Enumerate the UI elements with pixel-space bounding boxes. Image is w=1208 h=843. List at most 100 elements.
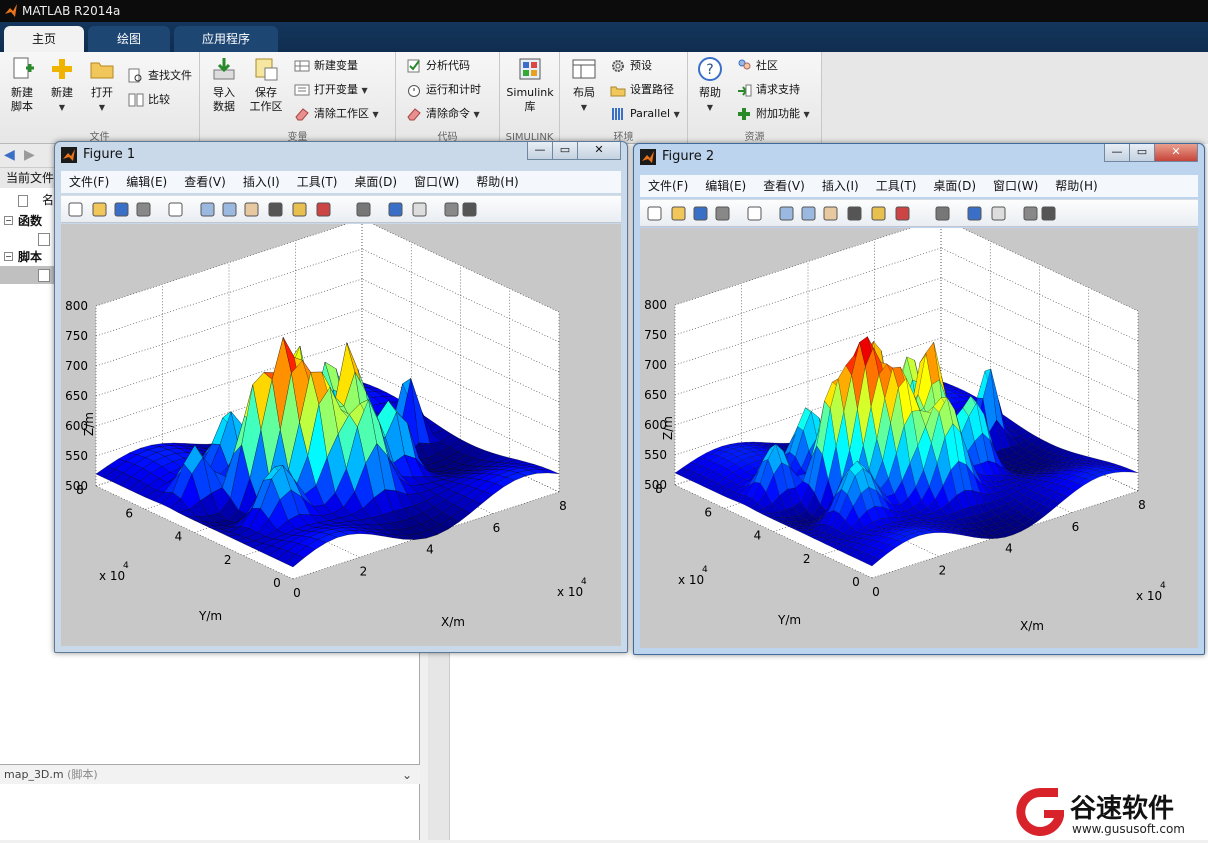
menu-tools[interactable]: 工具(T) [297, 175, 338, 189]
import-data-button[interactable]: 导入 数据 [202, 56, 246, 114]
hide-tools-icon[interactable] [443, 201, 460, 218]
collapse-icon[interactable]: − [4, 216, 13, 225]
tab-plots[interactable]: 绘图 [88, 26, 170, 52]
add-ons-button[interactable]: 附加功能 ▼ [736, 104, 810, 124]
forward-icon[interactable]: ▶ [24, 147, 35, 163]
maximize-button[interactable]: ▭ [552, 142, 578, 160]
new-script-button[interactable]: 新建 脚本 [0, 56, 44, 114]
figure-1-axes[interactable]: 8007507006506005505000246802468Z/mX/mY/m… [61, 224, 621, 646]
menu-tools[interactable]: 工具(T) [876, 179, 917, 193]
clear-workspace-button[interactable]: 清除工作区 ▼ [294, 104, 379, 124]
new-figure-icon[interactable] [646, 205, 663, 222]
zoom-in-icon[interactable] [778, 205, 795, 222]
new-variable-button[interactable]: 新建变量 [294, 56, 358, 76]
menu-edit[interactable]: 编辑(E) [705, 179, 746, 193]
help-button[interactable]: ? 帮助▼ [688, 56, 732, 115]
pan-icon[interactable] [243, 201, 260, 218]
y-exponent-label: x 10 [99, 569, 125, 583]
brush-icon[interactable] [894, 205, 911, 222]
colorbar-icon[interactable] [966, 205, 983, 222]
figure-1-window-buttons: —▭✕ [528, 142, 621, 162]
menu-desktop[interactable]: 桌面(D) [933, 179, 976, 193]
back-icon[interactable]: ◀ [4, 147, 15, 163]
menu-desktop[interactable]: 桌面(D) [354, 175, 397, 189]
rotate-3d-icon[interactable] [846, 205, 863, 222]
show-tools-icon[interactable] [1040, 205, 1057, 222]
save-icon[interactable] [692, 205, 709, 222]
tab-home[interactable]: 主页 [4, 26, 84, 52]
new-button[interactable]: 新建▼ [40, 56, 84, 115]
menu-file[interactable]: 文件(F) [69, 175, 109, 189]
find-files-button[interactable]: 查找文件 [128, 66, 192, 86]
minimize-button[interactable]: — [1104, 144, 1130, 162]
new-script-label: 新建 脚本 [11, 86, 33, 113]
menu-view[interactable]: 查看(V) [763, 179, 805, 193]
open-file-icon[interactable] [670, 205, 687, 222]
compare-button[interactable]: 比较 [128, 90, 170, 110]
menu-window[interactable]: 窗口(W) [414, 175, 459, 189]
figure-2-axes[interactable]: 8007507006506005505000246802468Z/mX/mY/m… [640, 228, 1198, 648]
figure-1-title: Figure 1 [83, 147, 135, 162]
figure-2-titlebar[interactable]: Figure 2 [640, 146, 714, 168]
figure-window-1[interactable]: Figure 1 —▭✕ 文件(F) 编辑(E) 查看(V) 插入(I) 工具(T) 桌面… [54, 141, 628, 653]
simulink-library-button[interactable]: Simulink 库 [506, 56, 554, 114]
legend-icon[interactable] [990, 205, 1007, 222]
open-file-icon[interactable] [91, 201, 108, 218]
menu-insert[interactable]: 插入(I) [243, 175, 280, 189]
menu-window[interactable]: 窗口(W) [993, 179, 1038, 193]
brush-icon[interactable] [315, 201, 332, 218]
pointer-icon[interactable] [746, 205, 763, 222]
link-plot-icon[interactable] [934, 205, 951, 222]
pointer-icon[interactable] [167, 201, 184, 218]
menu-insert[interactable]: 插入(I) [822, 179, 859, 193]
community-button[interactable]: 社区 [736, 56, 778, 76]
print-icon[interactable] [714, 205, 731, 222]
print-icon[interactable] [135, 201, 152, 218]
colorbar-icon[interactable] [387, 201, 404, 218]
parallel-button[interactable]: Parallel ▼ [610, 104, 680, 124]
legend-icon[interactable] [411, 201, 428, 218]
compare-label: 比较 [148, 93, 170, 106]
link-plot-icon[interactable] [355, 201, 372, 218]
tab-apps[interactable]: 应用程序 [174, 26, 278, 52]
new-figure-icon[interactable] [67, 201, 84, 218]
run-and-time-button[interactable]: 运行和计时 [406, 80, 481, 100]
save-icon[interactable] [113, 201, 130, 218]
detail-bar[interactable]: map_3D.m (脚本) ⌄ [0, 764, 420, 784]
request-support-button[interactable]: 请求支持 [736, 80, 800, 100]
close-button[interactable]: ✕ [577, 142, 621, 160]
pan-icon[interactable] [822, 205, 839, 222]
set-path-button[interactable]: 设置路径 [610, 80, 674, 100]
save-workspace-button[interactable]: 保存 工作区 [244, 56, 288, 114]
collapse-icon[interactable]: − [4, 252, 13, 261]
close-button[interactable]: ✕ [1154, 144, 1198, 162]
clear-commands-button[interactable]: 清除命令 ▼ [406, 104, 480, 124]
figure-1-titlebar[interactable]: Figure 1 [61, 144, 135, 166]
analyze-code-button[interactable]: 分析代码 [406, 56, 470, 76]
import-icon [211, 56, 237, 82]
menu-help[interactable]: 帮助(H) [1055, 179, 1097, 193]
hide-tools-icon[interactable] [1022, 205, 1039, 222]
data-cursor-icon[interactable] [291, 201, 308, 218]
layout-button[interactable]: 布局▼ [562, 56, 606, 115]
x-exponent-power: 4 [581, 577, 587, 587]
show-tools-icon[interactable] [461, 201, 478, 218]
matlab-logo-icon [640, 149, 656, 165]
menu-view[interactable]: 查看(V) [184, 175, 226, 189]
preferences-button[interactable]: 预设 [610, 56, 652, 76]
figure-window-2[interactable]: Figure 2 —▭✕ 文件(F) 编辑(E) 查看(V) 插入(I) 工具(T) 桌面… [633, 143, 1205, 655]
menu-file[interactable]: 文件(F) [648, 179, 688, 193]
data-cursor-icon[interactable] [870, 205, 887, 222]
menu-edit[interactable]: 编辑(E) [126, 175, 167, 189]
rotate-3d-icon[interactable] [267, 201, 284, 218]
menu-help[interactable]: 帮助(H) [476, 175, 518, 189]
zoom-out-icon[interactable] [221, 201, 238, 218]
zoom-out-icon[interactable] [800, 205, 817, 222]
open-variable-button[interactable]: 打开变量 ▼ [294, 80, 368, 100]
name-column-header[interactable]: 名 [18, 190, 54, 210]
minimize-button[interactable]: — [527, 142, 553, 160]
zoom-in-icon[interactable] [199, 201, 216, 218]
chevron-down-icon[interactable]: ⌄ [402, 765, 412, 785]
open-button[interactable]: 打开▼ [80, 56, 124, 115]
maximize-button[interactable]: ▭ [1129, 144, 1155, 162]
